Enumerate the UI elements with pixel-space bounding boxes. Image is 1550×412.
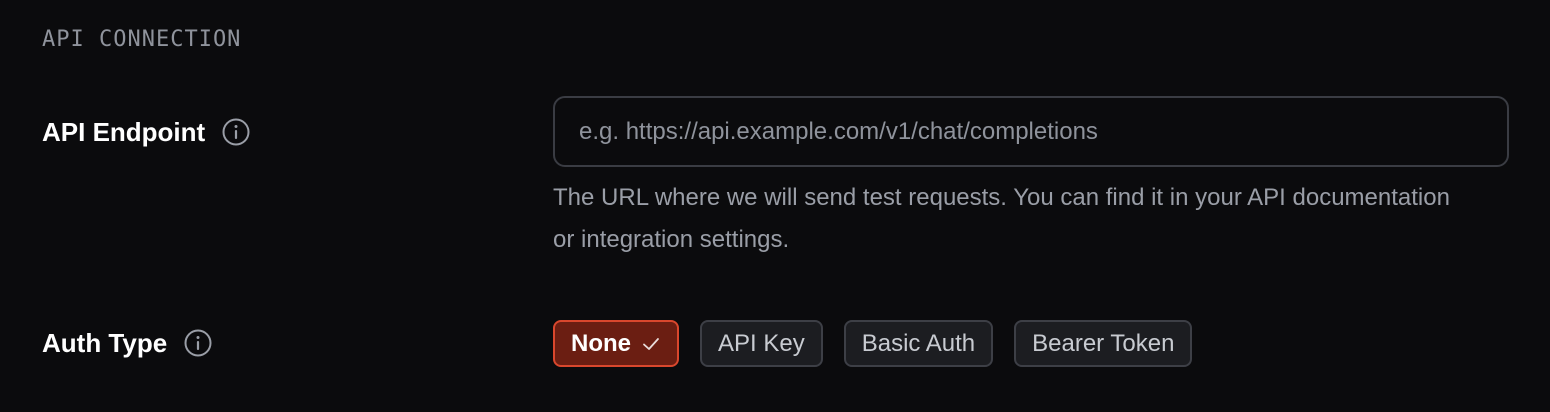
api-endpoint-helper-text: The URL where we will send test requests… [553,184,1450,253]
auth-type-label: Auth Type [42,328,168,358]
api-endpoint-label-group: API Endpoint [42,116,251,148]
auth-option-api-key[interactable]: API Key [700,320,823,367]
info-icon[interactable] [183,328,213,358]
api-endpoint-label: API Endpoint [42,117,206,147]
auth-option-bearer-token[interactable]: Bearer Token [1014,320,1193,367]
check-icon [641,334,661,354]
auth-option-basic-auth[interactable]: Basic Auth [843,320,994,367]
auth-option-label: Basic Auth [861,329,976,357]
auth-type-options: None API Key Basic Auth Bearer Token [553,320,1193,367]
auth-option-label: API Key [718,329,805,357]
info-icon[interactable] [221,117,251,147]
section-title: API CONNECTION [42,27,242,52]
auth-option-none[interactable]: None [553,320,679,367]
api-endpoint-input[interactable] [553,96,1509,167]
auth-type-label-group: Auth Type [42,327,213,359]
auth-option-label: Bearer Token [1032,329,1175,357]
auth-option-label: None [571,329,631,357]
